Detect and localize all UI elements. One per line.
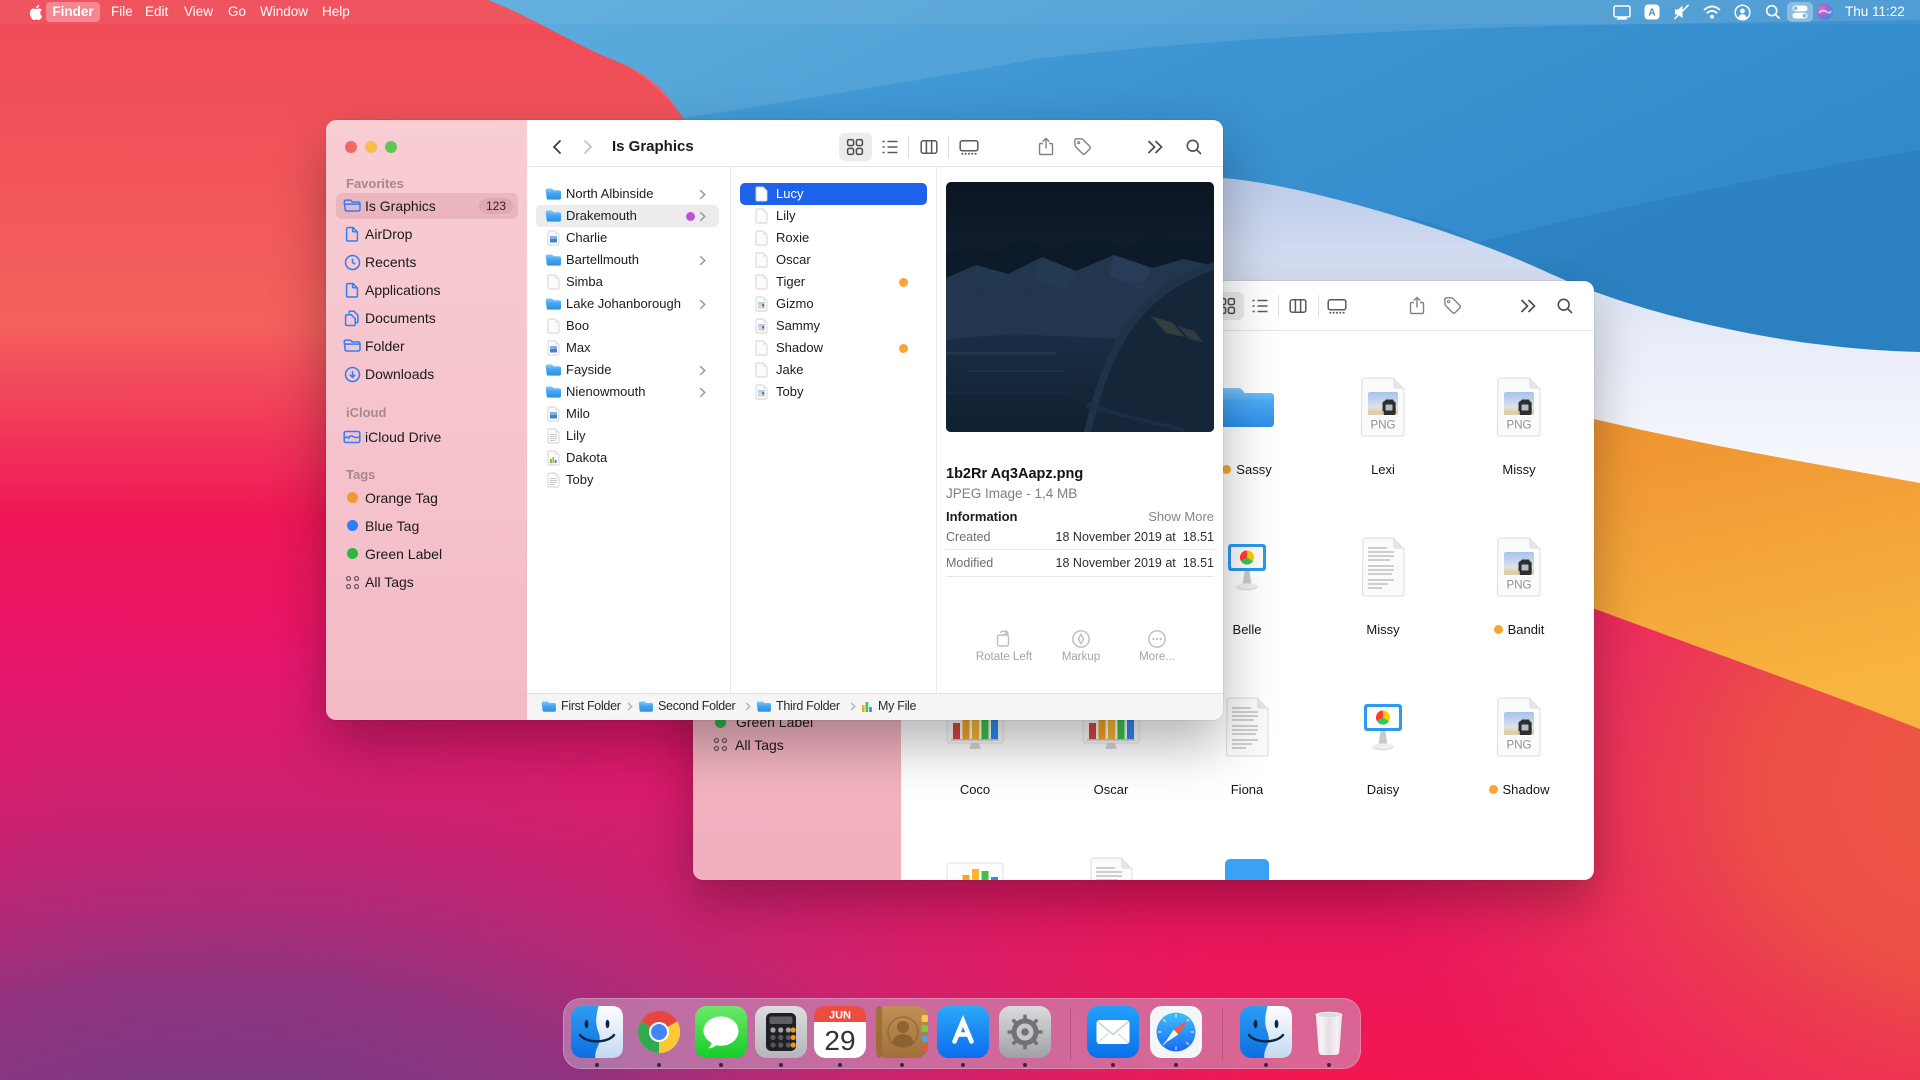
svg-text:A: A (1648, 8, 1655, 19)
